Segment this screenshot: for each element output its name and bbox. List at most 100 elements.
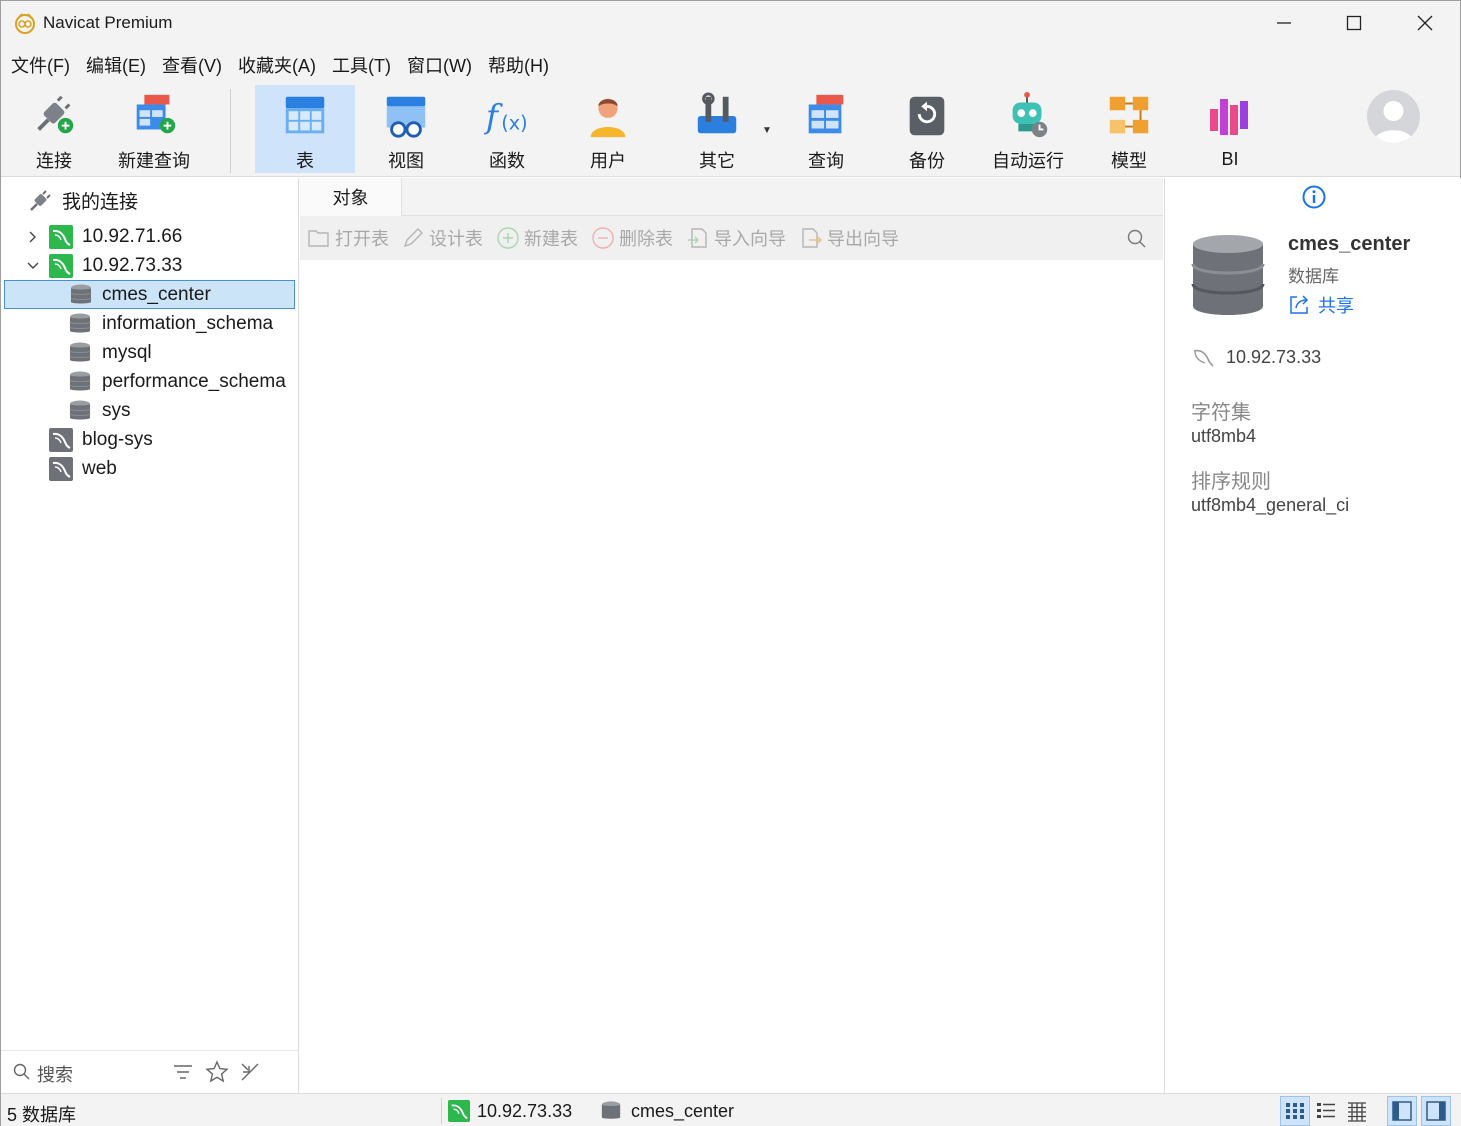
tree-database-mysql[interactable]: mysql: [1, 338, 299, 367]
import-wizard-button[interactable]: 导入向导: [686, 216, 786, 260]
table-button[interactable]: 表: [255, 85, 355, 173]
info-db-name: cmes_center: [1288, 233, 1411, 255]
other-button[interactable]: 其它: [667, 85, 767, 173]
tree-database-sys[interactable]: sys: [1, 396, 299, 425]
export-icon: [802, 228, 822, 248]
other-dropdown-caret-icon[interactable]: ▼: [762, 125, 772, 136]
new-query-button[interactable]: 新建查询: [104, 85, 204, 173]
mysql-connection-closed-icon: [49, 456, 73, 481]
table-label: 表: [296, 151, 314, 171]
menu-window[interactable]: 窗口(W): [401, 52, 478, 78]
menu-edit[interactable]: 编辑(E): [80, 52, 152, 78]
grid-view-button[interactable]: [1280, 1096, 1310, 1126]
list-view-button[interactable]: [1311, 1096, 1341, 1126]
tree-connection-blog-sys[interactable]: blog-sys: [1, 425, 299, 454]
detail-view-icon: [1348, 1102, 1366, 1122]
search-icon[interactable]: [1127, 229, 1147, 249]
tree-item-label: sys: [102, 399, 131, 421]
function-icon: f (x): [483, 98, 528, 136]
menu-file[interactable]: 文件(F): [5, 52, 76, 78]
connection-button[interactable]: 连接: [4, 85, 104, 173]
maximize-icon: [1346, 15, 1362, 31]
my-connections-root[interactable]: 我的连接: [1, 186, 299, 215]
database-icon: [69, 371, 91, 390]
left-pane-icon: [1392, 1101, 1412, 1121]
toolbar-separator: [230, 89, 231, 173]
menu-help[interactable]: 帮助(H): [482, 52, 555, 78]
close-button[interactable]: [1390, 1, 1460, 45]
status-connection: 10.92.73.33: [477, 1101, 573, 1121]
model-button[interactable]: 模型: [1079, 85, 1179, 173]
info-db-type: 数据库: [1288, 267, 1339, 286]
user-button[interactable]: 用户: [558, 85, 658, 173]
database-icon: [69, 342, 91, 361]
automation-button[interactable]: 自动运行: [978, 85, 1078, 173]
database-icon: [601, 1101, 621, 1119]
share-button[interactable]: 共享: [1288, 292, 1354, 318]
info-icon[interactable]: [1302, 185, 1326, 209]
table-icon: [285, 96, 325, 134]
tree-item-label: mysql: [102, 341, 152, 363]
new-table-button[interactable]: 新建表: [496, 216, 578, 260]
tree-database-performance-schema[interactable]: performance_schema: [1, 367, 299, 396]
chevron-down-icon[interactable]: [26, 259, 40, 273]
bi-button[interactable]: BI: [1180, 85, 1280, 173]
model-icon: [1109, 96, 1149, 134]
tree-item-label: information_schema: [102, 312, 274, 334]
status-db-count: 5 数据库: [7, 1105, 77, 1125]
export-wizard-button[interactable]: 导出向导: [799, 216, 899, 260]
tree-database-cmes-center[interactable]: cmes_center: [4, 280, 295, 309]
query-label: 查询: [808, 151, 844, 171]
right-pane-icon: [1426, 1101, 1446, 1121]
mysql-connection-icon: [49, 224, 73, 249]
chevron-right-icon[interactable]: [26, 230, 40, 244]
svg-text:f: f: [483, 98, 503, 136]
model-label: 模型: [1111, 151, 1147, 171]
new-query-label: 新建查询: [118, 151, 190, 171]
user-label: 用户: [590, 151, 626, 171]
new-table-label: 新建表: [524, 229, 578, 249]
collation-value: utf8mb4_general_ci: [1191, 495, 1350, 515]
function-button[interactable]: f (x) 函数: [457, 85, 557, 173]
star-icon[interactable]: [205, 1060, 229, 1084]
toggle-left-pane-button[interactable]: [1387, 1096, 1417, 1126]
avatar[interactable]: [1367, 90, 1420, 143]
status-divider: [441, 1098, 442, 1124]
tree-connection-web[interactable]: web: [1, 454, 299, 483]
detail-view-button[interactable]: [1342, 1096, 1372, 1126]
navigator-search-input[interactable]: 搜索: [37, 1061, 73, 1087]
collapse-icon[interactable]: [239, 1061, 261, 1083]
tree-item-label: web: [82, 457, 117, 479]
my-connections-label: 我的连接: [62, 192, 139, 213]
menu-tools[interactable]: 工具(T): [326, 52, 397, 78]
menu-view[interactable]: 查看(V): [156, 52, 228, 78]
function-label: 函数: [489, 151, 525, 171]
folder-open-icon: [308, 230, 329, 247]
tree-item-label: blog-sys: [82, 428, 153, 450]
tree-connection-10-92-71-66[interactable]: 10.92.71.66: [1, 222, 299, 251]
menu-favorites[interactable]: 收藏夹(A): [232, 52, 322, 78]
maximize-button[interactable]: [1319, 1, 1389, 45]
svg-text:(x): (x): [501, 111, 527, 134]
backup-label: 备份: [909, 151, 945, 171]
tree-item-label: 10.92.71.66: [82, 225, 183, 247]
view-button[interactable]: 视图: [356, 85, 456, 173]
tab-objects[interactable]: 对象: [300, 178, 402, 216]
query-button[interactable]: 查询: [776, 85, 876, 173]
open-table-button[interactable]: 打开表: [307, 216, 389, 260]
search-icon: [13, 1063, 30, 1080]
title-bar: Navicat Premium: [1, 1, 1460, 45]
filter-icon[interactable]: [173, 1063, 193, 1081]
database-large-icon: [1191, 235, 1265, 315]
design-table-button[interactable]: 设计表: [401, 216, 483, 260]
toggle-right-pane-button[interactable]: [1421, 1096, 1451, 1126]
backup-button[interactable]: 备份: [877, 85, 977, 173]
close-icon: [1417, 15, 1433, 31]
other-label: 其它: [699, 151, 735, 171]
tree-connection-10-92-73-33[interactable]: 10.92.73.33: [1, 251, 299, 280]
delete-table-button[interactable]: 删除表: [591, 216, 673, 260]
tree-database-information-schema[interactable]: information_schema: [1, 309, 299, 338]
user-icon: [590, 98, 626, 138]
minimize-button[interactable]: [1249, 1, 1319, 45]
navigator-search-bar: 搜索: [1, 1050, 299, 1092]
